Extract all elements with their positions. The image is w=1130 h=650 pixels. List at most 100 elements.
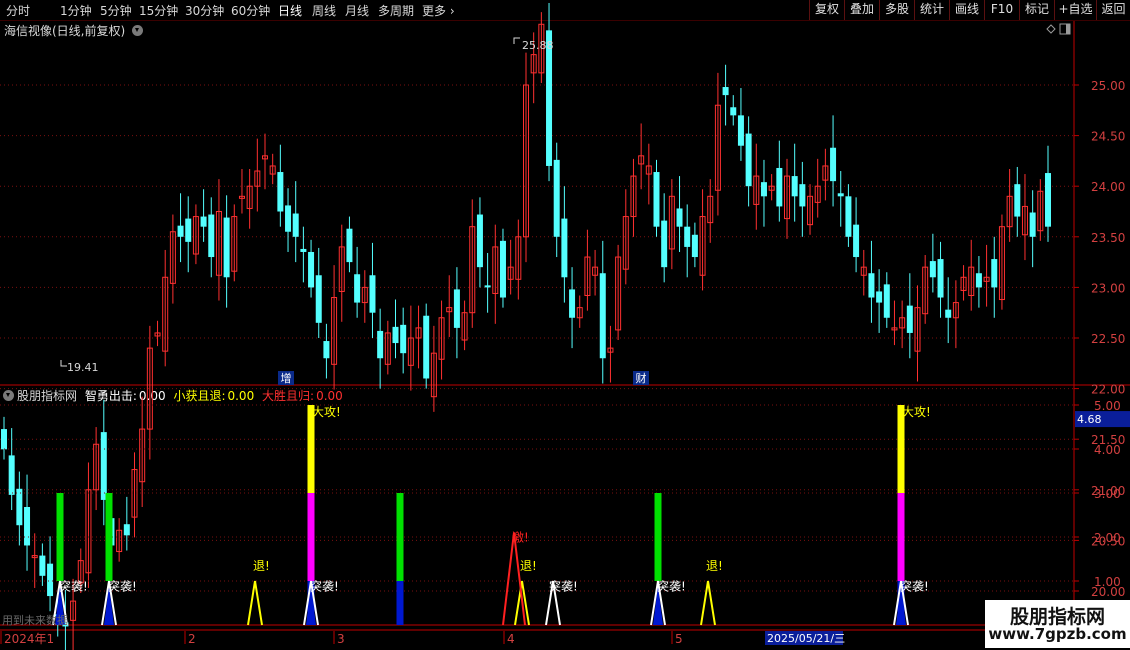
candle [47,536,54,612]
candle-body [100,432,107,500]
candle [400,307,407,374]
candle-body [1045,173,1051,227]
signal-triangle [700,580,716,626]
candle [331,265,338,390]
candle-body [975,273,982,288]
candle [461,300,468,351]
candle-body [791,176,798,197]
candle [945,277,952,344]
candle [845,184,852,247]
candle [768,174,775,201]
low-price-label: 19.41 [67,361,99,374]
candle-body [776,167,783,207]
candle-body [308,251,315,288]
candle [998,214,1005,310]
candle [676,176,683,252]
candle-body [760,182,767,197]
time-axis-label: 2 [188,632,196,646]
candle [561,186,568,303]
price-axis-label: 22.50 [1091,332,1125,346]
candle [730,95,737,126]
event-marker-increase: 增 [281,371,292,385]
candle [1029,190,1036,268]
candle-body [123,524,130,536]
candle [292,181,299,263]
time-axis-label: 5 [675,632,683,646]
candle [446,275,453,337]
candle [1014,166,1021,237]
signal-label: 大攻! [312,405,341,419]
candle-body [661,220,668,268]
candle [853,197,860,273]
candle-body [830,147,837,182]
candle-body [991,259,998,288]
candle-body [945,309,952,318]
price-axis: 25.0024.5024.0023.5023.0022.5022.0021.50… [1091,79,1125,599]
candle [584,229,591,311]
candle [254,138,261,212]
current-value-label: 4.68 [1077,413,1102,426]
candle-body [377,330,384,359]
candle [914,285,921,382]
panel-toggle-icon[interactable] [1059,23,1071,35]
candle [392,299,399,359]
signal-bar [307,493,315,581]
candle [285,188,292,252]
candle [238,168,245,214]
candle [215,179,222,301]
signal-label: 突袭! [59,579,88,594]
signal-bar [654,493,662,581]
diamond-icon[interactable] [1046,24,1056,34]
candle-body [423,315,430,379]
candle [407,305,414,391]
candle [384,320,391,375]
candle [722,64,729,126]
signal-triangle [247,580,263,626]
candle-body [47,563,54,597]
signal-label: 大攻! [902,405,931,419]
high-marker-line [513,37,520,44]
candle [975,256,982,308]
time-axis-label: 4 [507,632,515,646]
surge-peak [502,532,526,626]
candle [223,195,230,308]
candle-body [653,172,660,227]
candle [39,543,46,586]
candle [546,3,553,182]
chart-frame [0,21,1130,631]
stock-chart[interactable]: 25.0024.5024.0023.5023.0022.5022.0021.50… [0,0,1130,650]
candle [983,244,990,307]
indicator-axis-label: 1.00 [1094,575,1121,589]
candle [922,255,929,324]
candle-body [868,273,875,298]
candle [830,115,837,207]
candle [776,140,783,222]
candle-body [346,228,353,263]
price-axis-label: 25.00 [1091,79,1125,93]
candle [1021,174,1028,261]
candle-body [185,218,192,242]
signal-label: 突袭! [310,579,339,594]
candle [162,249,169,367]
cursor-date-label: 2025/05/21/三 [767,632,845,645]
candle [438,300,445,380]
signal-label: 退! [253,559,270,573]
indicator-signals: 大攻! 大攻! 突袭! 突袭! 突袭! 突袭! 突袭! 突袭! 退! 退! 退! 激! [52,405,931,626]
candle-body [223,217,230,278]
candle-body [1,429,7,450]
candle-body [453,289,460,328]
candle [93,427,100,511]
candle [354,246,361,318]
candle [1006,168,1013,242]
candle [668,179,675,270]
candle-body [853,224,860,258]
candle-body [676,208,683,227]
candle [837,171,844,227]
candle-body [323,341,330,359]
candle [807,184,814,235]
candle [553,142,560,258]
candle [860,249,867,296]
candle [661,193,668,283]
candle [1,416,7,460]
candle [415,305,422,369]
